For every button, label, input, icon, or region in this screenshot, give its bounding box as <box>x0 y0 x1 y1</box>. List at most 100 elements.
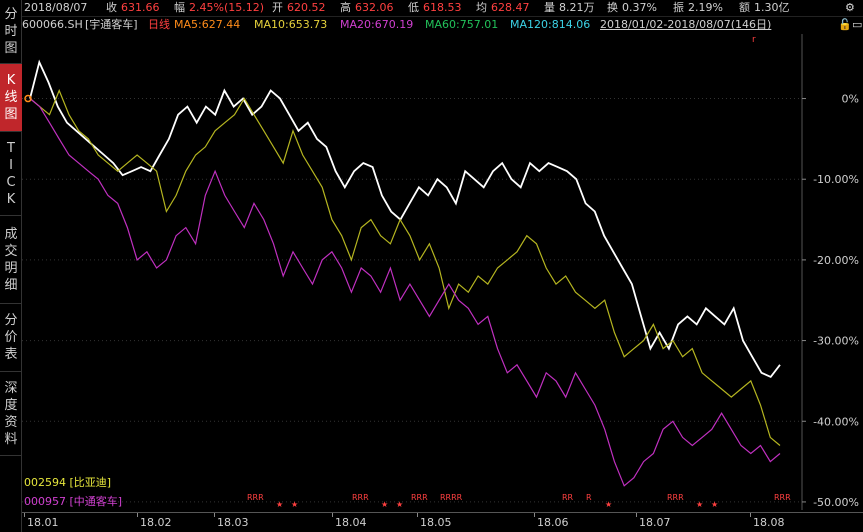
event-r-marker[interactable]: RRRR <box>440 493 463 502</box>
x-tick-label: 18.04 <box>335 516 367 529</box>
tab-label-char: 细 <box>4 277 18 293</box>
amount-label: 额 <box>739 1 750 14</box>
period-selector[interactable]: 日线 <box>148 17 170 33</box>
tab-label-char: C <box>6 174 16 190</box>
tab-timeshare[interactable]: 分时图 <box>0 0 22 64</box>
stock-code: 600066.SH <box>22 18 83 31</box>
tab-label-char: 图 <box>4 41 18 56</box>
tab-label-char: 度 <box>4 397 18 413</box>
legend-compare1-code: 002594 <box>24 476 66 489</box>
high-label: 高 <box>340 1 351 14</box>
event-r-marker-top[interactable]: r <box>752 35 756 45</box>
x-tick-label: 18.03 <box>217 516 249 529</box>
tab-label-char: 表 <box>4 347 18 362</box>
event-r-marker[interactable]: RRR <box>667 493 684 502</box>
y-tick-label: -40.00% <box>813 415 859 428</box>
y-tick-label: -20.00% <box>813 254 859 267</box>
event-star-marker[interactable]: ★ <box>396 500 403 509</box>
tab-label-char: 交 <box>4 243 18 259</box>
high-value: 632.06 <box>355 1 394 14</box>
stock-name[interactable]: [宇通客车] <box>85 17 138 33</box>
y-tick-label: 0% <box>842 93 859 106</box>
lock-icon[interactable]: 🔓 <box>838 18 852 32</box>
tab-label-char: 线 <box>4 90 18 105</box>
x-axis: 18.01 18.02 18.03 18.04 18.05 18.06 18.07 18.08 <box>22 512 863 532</box>
open-value: 620.52 <box>287 1 326 14</box>
amount-value: 1.30亿 <box>754 1 790 14</box>
tab-label-char: K <box>6 191 16 207</box>
avg-label: 均 <box>476 1 487 14</box>
x-tick <box>636 513 637 517</box>
x-tick-label: 18.01 <box>27 516 59 529</box>
y-tick-label: -30.00% <box>813 335 859 348</box>
legend-item-compare1[interactable]: 002594 [比亚迪] <box>24 476 111 490</box>
legend-compare1-name: [比亚迪] <box>69 476 112 489</box>
volume-value: 8.21万 <box>559 1 595 14</box>
tab-label-char: 价 <box>4 330 18 345</box>
avg-value: 628.47 <box>491 1 530 14</box>
close-label: 收 <box>106 1 117 14</box>
event-r-marker[interactable]: RR <box>562 493 574 502</box>
tab-tick[interactable]: TICK <box>0 132 22 216</box>
ma20-value: MA20:670.19 <box>340 18 414 31</box>
tab-depth[interactable]: 深度资料 <box>0 372 22 456</box>
x-tick <box>332 513 333 517</box>
tab-label-char: T <box>7 140 15 156</box>
x-tick-label: 18.05 <box>420 516 452 529</box>
x-tick-label: 18.02 <box>140 516 172 529</box>
quote-bar: 2018/08/07 收 631.66 幅 2.45%(15.12) 开 620… <box>22 0 863 16</box>
date-range[interactable]: 2018/01/02-2018/08/07(146日) <box>600 17 771 33</box>
indicator-bar: 600066.SH [宇通客车] 日线 MA5:627.44 MA10:653.… <box>22 17 863 33</box>
event-star-marker[interactable]: ★ <box>605 500 612 509</box>
view-tab-strip: 分时图K线图TICK成交明细分价表深度资料 <box>0 0 22 532</box>
quote-date: 2018/08/07 <box>24 1 88 14</box>
legend-compare2-code: 000957 <box>24 495 66 508</box>
tab-price-table[interactable]: 分价表 <box>0 304 22 372</box>
x-tick-label: 18.06 <box>537 516 569 529</box>
x-tick-label: 18.07 <box>639 516 671 529</box>
event-r-marker[interactable]: R <box>586 493 592 502</box>
x-tick <box>214 513 215 517</box>
change-label: 幅 <box>174 1 185 14</box>
tab-label-char: 分 <box>4 313 18 328</box>
legend-item-compare2[interactable]: 000957 [中通客车] <box>24 495 122 509</box>
low-label: 低 <box>408 1 419 14</box>
event-star-marker[interactable]: ★ <box>291 500 298 509</box>
tab-label-char: 明 <box>4 260 18 276</box>
tab-label-char: 图 <box>4 107 18 122</box>
relative-performance-chart[interactable]: 0%-10.00%-20.00%-30.00%-40.00%-50.00%RRR… <box>22 34 863 512</box>
event-r-marker[interactable]: RRR <box>352 493 369 502</box>
tab-kline[interactable]: K线图 <box>0 64 22 132</box>
x-tick-label: 18.08 <box>753 516 785 529</box>
expand-icon[interactable]: ▭ <box>852 18 862 32</box>
amplitude-value: 2.19% <box>688 1 723 14</box>
ma60-value: MA60:757.01 <box>425 18 499 31</box>
x-tick <box>24 513 25 517</box>
event-star-marker[interactable]: ★ <box>711 500 718 509</box>
low-value: 618.53 <box>423 1 462 14</box>
event-star-marker[interactable]: ★ <box>696 500 703 509</box>
y-tick-label: -50.00% <box>813 496 859 509</box>
turnover-value: 0.37% <box>622 1 657 14</box>
x-tick <box>417 513 418 517</box>
event-star-marker[interactable]: ★ <box>276 500 283 509</box>
tab-label-char: 料 <box>4 431 18 447</box>
ma120-value: MA120:814.06 <box>510 18 591 31</box>
ma5-value: MA5:627.44 <box>174 18 241 31</box>
tab-label-char: 深 <box>4 380 18 396</box>
x-tick <box>750 513 751 517</box>
tab-label-char: 成 <box>4 226 18 242</box>
event-star-marker[interactable]: ★ <box>381 500 388 509</box>
turnover-label: 换 <box>607 1 618 14</box>
ma10-value: MA10:653.73 <box>254 18 328 31</box>
event-r-marker[interactable]: RRR <box>247 493 264 502</box>
open-label: 开 <box>272 1 283 14</box>
tab-trades[interactable]: 成交明细 <box>0 216 22 304</box>
amplitude-label: 振 <box>673 1 684 14</box>
volume-label: 量 <box>544 1 555 14</box>
event-r-marker[interactable]: RRR <box>774 493 791 502</box>
event-r-marker[interactable]: RRR <box>411 493 428 502</box>
change-value: 2.45%(15.12) <box>189 1 265 14</box>
x-tick <box>137 513 138 517</box>
settings-icon[interactable]: ⚙ <box>845 1 855 15</box>
